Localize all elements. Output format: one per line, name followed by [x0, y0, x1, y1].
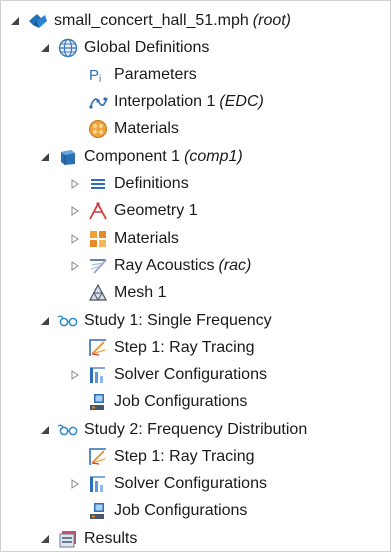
tree-node-label: Job Configurations — [114, 502, 248, 519]
tree-node-label: Interpolation 1 — [114, 93, 216, 110]
svg-text:P: P — [89, 67, 99, 84]
mesh-icon — [87, 282, 109, 304]
job-icon — [87, 391, 109, 413]
results-icon — [57, 528, 79, 550]
tree-node-label: Step 1: Ray Tracing — [114, 339, 255, 356]
tree-node-study1-step[interactable]: Step 1: Ray Tracing — [69, 337, 255, 359]
tree-node-label: Geometry 1 — [114, 202, 198, 219]
tree-node-suffix: (rac) — [218, 257, 252, 274]
tree-node-label: Mesh 1 — [114, 284, 167, 301]
model-builder-tree: small_concert_hall_51.mph (root) Global … — [0, 0, 391, 552]
ray-acoustics-icon — [87, 255, 109, 277]
expand-arrow-icon[interactable] — [69, 364, 81, 386]
tree-node-parameters[interactable]: Pi Parameters — [69, 64, 197, 86]
materials-icon — [87, 118, 109, 140]
tree-node-materials-component[interactable]: Materials — [69, 228, 179, 250]
solver-icon — [87, 473, 109, 495]
svg-text:i: i — [99, 74, 101, 85]
solver-icon — [87, 364, 109, 386]
tree-node-study1-job[interactable]: Job Configurations — [69, 391, 247, 413]
tree-node-study2-job[interactable]: Job Configurations — [69, 500, 247, 522]
ray-tracing-step-icon — [87, 337, 109, 359]
collapse-arrow-icon[interactable] — [39, 146, 51, 168]
tree-node-suffix: (EDC) — [219, 93, 264, 110]
tree-node-label: Study 1: Single Frequency — [84, 312, 272, 329]
tree-node-global-definitions[interactable]: Global Definitions — [39, 37, 209, 59]
tree-node-mesh[interactable]: Mesh 1 — [69, 282, 166, 304]
model-icon — [27, 10, 49, 32]
tree-node-label: small_concert_hall_51.mph — [54, 12, 249, 29]
tree-node-label: Step 1: Ray Tracing — [114, 448, 255, 465]
tree-node-label: Job Configurations — [114, 393, 248, 410]
expand-arrow-icon[interactable] — [69, 173, 81, 195]
component-icon — [57, 146, 79, 168]
tree-node-study2-solver[interactable]: Solver Configurations — [69, 473, 267, 495]
ray-tracing-step-icon — [87, 446, 109, 468]
tree-node-suffix: (comp1) — [184, 148, 243, 165]
tree-node-materials-global[interactable]: Materials — [69, 118, 179, 140]
tree-node-label: Results — [84, 530, 138, 547]
expand-arrow-icon[interactable] — [69, 255, 81, 277]
expand-arrow-icon[interactable] — [69, 473, 81, 495]
study-icon — [57, 310, 79, 332]
tree-node-ray-acoustics[interactable]: Ray Acoustics (rac) — [69, 255, 251, 277]
collapse-arrow-icon[interactable] — [39, 528, 51, 550]
tree-node-label: Solver Configurations — [114, 475, 267, 492]
tree-node-results[interactable]: Results — [39, 528, 137, 550]
tree-node-component[interactable]: Component 1 (comp1) — [39, 146, 243, 168]
collapse-arrow-icon[interactable] — [9, 10, 21, 32]
tree-node-interpolation[interactable]: Interpolation 1 (EDC) — [69, 91, 264, 113]
definitions-icon — [87, 173, 109, 195]
tree-node-label: Parameters — [114, 66, 197, 83]
tree-node-suffix: (root) — [252, 12, 292, 29]
tree-node-label: Materials — [114, 230, 179, 247]
study-icon — [57, 419, 79, 441]
interpolation-icon — [87, 91, 109, 113]
tree-node-geometry[interactable]: Geometry 1 — [69, 200, 198, 222]
tree-node-study-2[interactable]: Study 2: Frequency Distribution — [39, 419, 307, 441]
tree-node-study2-step[interactable]: Step 1: Ray Tracing — [69, 446, 255, 468]
collapse-arrow-icon[interactable] — [39, 310, 51, 332]
tree-node-root[interactable]: small_concert_hall_51.mph (root) — [9, 10, 291, 32]
materials-grid-icon — [87, 228, 109, 250]
tree-node-label: Definitions — [114, 175, 189, 192]
expand-arrow-icon[interactable] — [69, 200, 81, 222]
job-icon — [87, 500, 109, 522]
tree-node-label: Ray Acoustics — [114, 257, 215, 274]
tree-node-definitions[interactable]: Definitions — [69, 173, 189, 195]
expand-arrow-icon[interactable] — [69, 228, 81, 250]
tree-node-label: Component 1 — [84, 148, 181, 165]
tree-node-study-1[interactable]: Study 1: Single Frequency — [39, 310, 272, 332]
tree-node-label: Solver Configurations — [114, 366, 267, 383]
geometry-icon — [87, 200, 109, 222]
collapse-arrow-icon[interactable] — [39, 419, 51, 441]
tree-node-label: Global Definitions — [84, 39, 210, 56]
globe-icon — [57, 37, 79, 59]
tree-node-study1-solver[interactable]: Solver Configurations — [69, 364, 267, 386]
collapse-arrow-icon[interactable] — [39, 37, 51, 59]
tree-node-label: Materials — [114, 120, 179, 137]
parameters-icon: Pi — [87, 64, 109, 86]
tree-node-label: Study 2: Frequency Distribution — [84, 421, 308, 438]
